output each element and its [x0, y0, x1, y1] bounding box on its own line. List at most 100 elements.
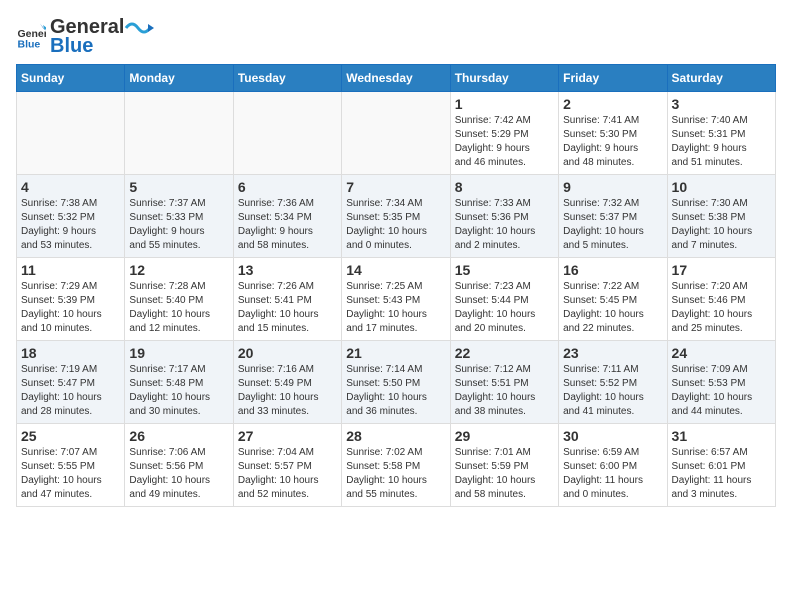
header-row: SundayMondayTuesdayWednesdayThursdayFrid…: [17, 65, 776, 92]
header-day-saturday: Saturday: [667, 65, 775, 92]
day-info: Sunrise: 7:04 AM Sunset: 5:57 PM Dayligh…: [238, 446, 337, 502]
day-number: 26: [129, 428, 228, 444]
day-info: Sunrise: 7:09 AM Sunset: 5:53 PM Dayligh…: [672, 363, 771, 419]
calendar-cell: 24Sunrise: 7:09 AM Sunset: 5:53 PM Dayli…: [667, 341, 775, 424]
day-info: Sunrise: 7:11 AM Sunset: 5:52 PM Dayligh…: [563, 363, 662, 419]
day-number: 14: [346, 262, 445, 278]
day-number: 11: [21, 262, 120, 278]
day-number: 16: [563, 262, 662, 278]
calendar-cell: 8 Sunrise: 7:33 AM Sunset: 5:36 PM Daylig…: [450, 175, 558, 258]
calendar-cell: 1 Sunrise: 7:42 AM Sunset: 5:29 PM Daylig…: [450, 92, 558, 175]
day-number: 13: [238, 262, 337, 278]
header-day-friday: Friday: [559, 65, 667, 92]
day-number: 18: [21, 345, 120, 361]
calendar-cell: 22 Sunrise: 7:12 AM Sunset: 5:51 PM Dayli…: [450, 341, 558, 424]
day-info: Sunrise: 7:22 AM Sunset: 5:45 PM Dayligh…: [563, 280, 662, 336]
day-info: Sunrise: 6:59 AM Sunset: 6:00 PM Dayligh…: [563, 446, 662, 502]
calendar-cell: 20Sunrise: 7:16 AM Sunset: 5:49 PM Dayli…: [233, 341, 341, 424]
header-day-monday: Monday: [125, 65, 233, 92]
day-info: Sunrise: 7:28 AM Sunset: 5:40 PM Dayligh…: [129, 280, 228, 336]
day-info: Sunrise: 7:02 AM Sunset: 5:58 PM Dayligh…: [346, 446, 445, 502]
day-info: Sunrise: 7:30 AM Sunset: 5:38 PM Dayligh…: [672, 197, 771, 253]
calendar-cell: 3 Sunrise: 7:40 AM Sunset: 5:31 PM Daylig…: [667, 92, 775, 175]
header-day-wednesday: Wednesday: [342, 65, 450, 92]
day-number: 28: [346, 428, 445, 444]
day-number: 10: [672, 179, 771, 195]
logo-wave-icon: [124, 18, 154, 38]
day-info: Sunrise: 7:19 AM Sunset: 5:47 PM Dayligh…: [21, 363, 120, 419]
calendar-cell: [125, 92, 233, 175]
calendar-cell: 15Sunrise: 7:23 AM Sunset: 5:44 PM Dayli…: [450, 258, 558, 341]
calendar-header: SundayMondayTuesdayWednesdayThursdayFrid…: [17, 65, 776, 92]
day-info: Sunrise: 7:17 AM Sunset: 5:48 PM Dayligh…: [129, 363, 228, 419]
day-info: Sunrise: 7:20 AM Sunset: 5:46 PM Dayligh…: [672, 280, 771, 336]
day-info: Sunrise: 7:07 AM Sunset: 5:55 PM Dayligh…: [21, 446, 120, 502]
day-number: 12: [129, 262, 228, 278]
day-number: 8: [455, 179, 554, 195]
calendar-cell: 23 Sunrise: 7:11 AM Sunset: 5:52 PM Dayli…: [559, 341, 667, 424]
calendar-cell: 21Sunrise: 7:14 AM Sunset: 5:50 PM Dayli…: [342, 341, 450, 424]
day-number: 15: [455, 262, 554, 278]
calendar-cell: [17, 92, 125, 175]
header-day-tuesday: Tuesday: [233, 65, 341, 92]
calendar-cell: [233, 92, 341, 175]
logo-icon: General Blue: [16, 22, 46, 52]
header-day-thursday: Thursday: [450, 65, 558, 92]
header-day-sunday: Sunday: [17, 65, 125, 92]
week-row-2: 4Sunrise: 7:38 AM Sunset: 5:32 PM Daylig…: [17, 175, 776, 258]
day-number: 23: [563, 345, 662, 361]
day-number: 9: [563, 179, 662, 195]
calendar-cell: 18 Sunrise: 7:19 AM Sunset: 5:47 PM Dayli…: [17, 341, 125, 424]
day-info: Sunrise: 7:12 AM Sunset: 5:51 PM Dayligh…: [455, 363, 554, 419]
calendar-body: 1 Sunrise: 7:42 AM Sunset: 5:29 PM Daylig…: [17, 92, 776, 507]
calendar-cell: 10 Sunrise: 7:30 AM Sunset: 5:38 PM Dayli…: [667, 175, 775, 258]
day-info: Sunrise: 7:36 AM Sunset: 5:34 PM Dayligh…: [238, 197, 337, 253]
calendar-cell: 29Sunrise: 7:01 AM Sunset: 5:59 PM Dayli…: [450, 424, 558, 507]
day-info: Sunrise: 7:40 AM Sunset: 5:31 PM Dayligh…: [672, 114, 771, 170]
week-row-1: 1 Sunrise: 7:42 AM Sunset: 5:29 PM Daylig…: [17, 92, 776, 175]
day-number: 19: [129, 345, 228, 361]
day-info: Sunrise: 7:33 AM Sunset: 5:36 PM Dayligh…: [455, 197, 554, 253]
day-info: Sunrise: 7:32 AM Sunset: 5:37 PM Dayligh…: [563, 197, 662, 253]
calendar-cell: 26Sunrise: 7:06 AM Sunset: 5:56 PM Dayli…: [125, 424, 233, 507]
day-info: Sunrise: 7:01 AM Sunset: 5:59 PM Dayligh…: [455, 446, 554, 502]
calendar-cell: 25 Sunrise: 7:07 AM Sunset: 5:55 PM Dayli…: [17, 424, 125, 507]
calendar-cell: 11 Sunrise: 7:29 AM Sunset: 5:39 PM Dayli…: [17, 258, 125, 341]
calendar-cell: 19 Sunrise: 7:17 AM Sunset: 5:48 PM Dayli…: [125, 341, 233, 424]
day-info: Sunrise: 7:25 AM Sunset: 5:43 PM Dayligh…: [346, 280, 445, 336]
week-row-3: 11 Sunrise: 7:29 AM Sunset: 5:39 PM Dayli…: [17, 258, 776, 341]
day-number: 7: [346, 179, 445, 195]
calendar-cell: 7Sunrise: 7:34 AM Sunset: 5:35 PM Daylig…: [342, 175, 450, 258]
day-number: 6: [238, 179, 337, 195]
calendar-cell: 28 Sunrise: 7:02 AM Sunset: 5:58 PM Dayli…: [342, 424, 450, 507]
day-number: 3: [672, 96, 771, 112]
day-info: Sunrise: 7:26 AM Sunset: 5:41 PM Dayligh…: [238, 280, 337, 336]
day-number: 25: [21, 428, 120, 444]
day-number: 30: [563, 428, 662, 444]
day-number: 22: [455, 345, 554, 361]
calendar-cell: [342, 92, 450, 175]
day-number: 1: [455, 96, 554, 112]
calendar-cell: 30 Sunrise: 6:59 AM Sunset: 6:00 PM Dayli…: [559, 424, 667, 507]
day-info: Sunrise: 7:16 AM Sunset: 5:49 PM Dayligh…: [238, 363, 337, 419]
day-info: Sunrise: 7:29 AM Sunset: 5:39 PM Dayligh…: [21, 280, 120, 336]
day-info: Sunrise: 7:37 AM Sunset: 5:33 PM Dayligh…: [129, 197, 228, 253]
calendar-cell: 13 Sunrise: 7:26 AM Sunset: 5:41 PM Dayli…: [233, 258, 341, 341]
day-number: 2: [563, 96, 662, 112]
calendar-cell: 2 Sunrise: 7:41 AM Sunset: 5:30 PM Daylig…: [559, 92, 667, 175]
calendar-cell: 27 Sunrise: 7:04 AM Sunset: 5:57 PM Dayli…: [233, 424, 341, 507]
day-number: 17: [672, 262, 771, 278]
logo: General Blue General Blue: [16, 16, 154, 58]
day-info: Sunrise: 7:38 AM Sunset: 5:32 PM Dayligh…: [21, 197, 120, 253]
day-number: 31: [672, 428, 771, 444]
day-info: Sunrise: 6:57 AM Sunset: 6:01 PM Dayligh…: [672, 446, 771, 502]
day-info: Sunrise: 7:41 AM Sunset: 5:30 PM Dayligh…: [563, 114, 662, 170]
calendar-cell: 31 Sunrise: 6:57 AM Sunset: 6:01 PM Dayli…: [667, 424, 775, 507]
calendar-table: SundayMondayTuesdayWednesdayThursdayFrid…: [16, 64, 776, 507]
day-number: 27: [238, 428, 337, 444]
day-info: Sunrise: 7:42 AM Sunset: 5:29 PM Dayligh…: [455, 114, 554, 170]
calendar-cell: 14 Sunrise: 7:25 AM Sunset: 5:43 PM Dayli…: [342, 258, 450, 341]
day-info: Sunrise: 7:14 AM Sunset: 5:50 PM Dayligh…: [346, 363, 445, 419]
calendar-cell: 16 Sunrise: 7:22 AM Sunset: 5:45 PM Dayli…: [559, 258, 667, 341]
calendar-cell: 5Sunrise: 7:37 AM Sunset: 5:33 PM Daylig…: [125, 175, 233, 258]
